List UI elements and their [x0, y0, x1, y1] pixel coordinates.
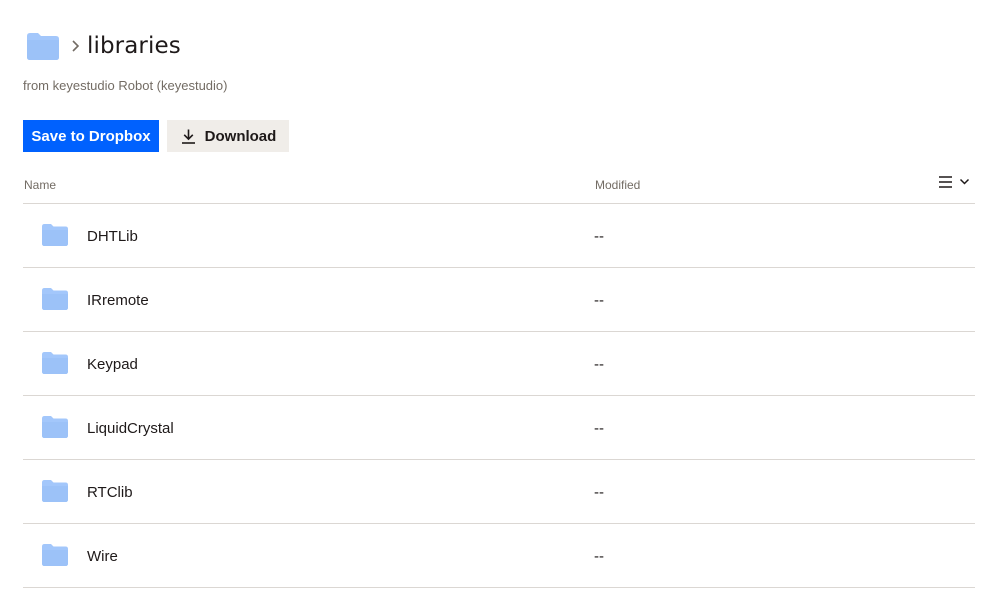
file-name[interactable]: Keypad — [87, 356, 138, 373]
file-list: DHTLib -- IRremote -- Keypad -- LiquidCr… — [23, 204, 975, 588]
table-row[interactable]: IRremote -- — [23, 268, 975, 332]
table-row[interactable]: Wire -- — [23, 524, 975, 588]
table-row[interactable]: RTClib -- — [23, 460, 975, 524]
folder-icon — [42, 224, 68, 246]
file-name[interactable]: LiquidCrystal — [87, 420, 174, 437]
file-modified: -- — [594, 420, 604, 437]
table-row[interactable]: DHTLib -- — [23, 204, 975, 268]
breadcrumb: libraries — [27, 31, 181, 61]
download-button[interactable]: Download — [167, 120, 289, 152]
file-modified: -- — [594, 292, 604, 309]
chevron-down-icon — [959, 178, 970, 185]
chevron-right-icon — [72, 40, 80, 52]
view-toggle-button[interactable] — [938, 175, 970, 189]
file-name[interactable]: IRremote — [87, 292, 149, 309]
folder-icon — [42, 480, 68, 502]
table-row[interactable]: LiquidCrystal -- — [23, 396, 975, 460]
file-modified: -- — [594, 356, 604, 373]
page-title: libraries — [87, 33, 181, 59]
shared-folder-page: libraries from keyestudio Robot (keyestu… — [0, 0, 999, 609]
file-name[interactable]: DHTLib — [87, 228, 138, 245]
folder-icon — [42, 544, 68, 566]
column-header-modified[interactable]: Modified — [595, 178, 640, 192]
file-modified: -- — [594, 548, 604, 565]
folder-icon — [42, 288, 68, 310]
file-name[interactable]: RTClib — [87, 484, 133, 501]
save-to-dropbox-label: Save to Dropbox — [31, 127, 151, 145]
list-view-icon — [939, 176, 952, 188]
download-label: Download — [204, 127, 277, 145]
file-modified: -- — [594, 228, 604, 245]
folder-icon — [42, 352, 68, 374]
file-name[interactable]: Wire — [87, 548, 118, 565]
table-header: Name Modified — [23, 164, 975, 204]
column-header-name[interactable]: Name — [24, 178, 56, 192]
table-row[interactable]: Keypad -- — [23, 332, 975, 396]
save-to-dropbox-button[interactable]: Save to Dropbox — [23, 120, 159, 152]
folder-icon[interactable] — [27, 32, 59, 60]
file-modified: -- — [594, 484, 604, 501]
shared-from-text: from keyestudio Robot (keyestudio) — [23, 78, 228, 93]
folder-icon — [42, 416, 68, 438]
download-icon — [181, 129, 195, 144]
